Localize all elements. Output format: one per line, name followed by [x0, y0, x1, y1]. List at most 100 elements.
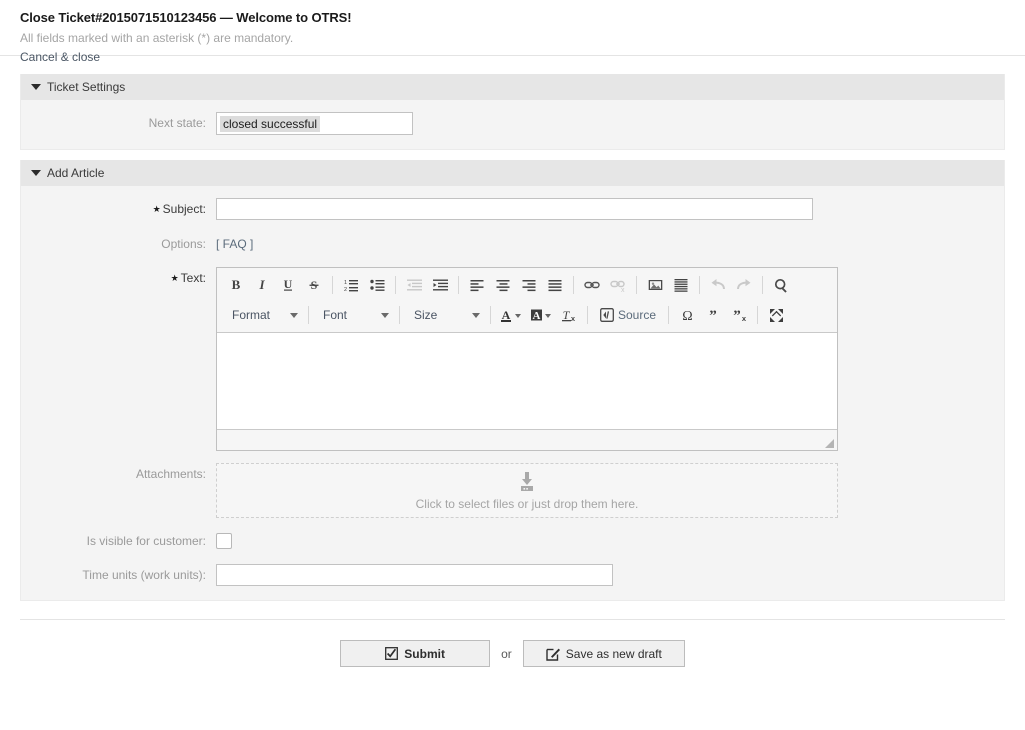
- collapse-triangle-icon[interactable]: [31, 83, 41, 90]
- subject-row: ★ Subject:: [21, 198, 1004, 221]
- strikethrough-icon[interactable]: S: [301, 273, 327, 297]
- svg-text:”: ”: [733, 308, 741, 323]
- page-title: Close Ticket#2015071510123456 — Welcome …: [20, 10, 352, 25]
- save-as-new-draft-label: Save as new draft: [565, 646, 662, 661]
- unlink-icon: x: [605, 273, 631, 297]
- toolbar-separator: [573, 276, 574, 294]
- faq-link[interactable]: [ FAQ ]: [216, 237, 253, 251]
- svg-text:x: x: [621, 287, 625, 292]
- next-state-selected-value: closed successful: [220, 115, 321, 132]
- toolbar-separator: [308, 306, 309, 324]
- add-article-header[interactable]: Add Article: [21, 160, 1004, 186]
- toolbar-separator: [757, 306, 759, 324]
- justify-icon[interactable]: [542, 273, 568, 297]
- numbered-list-icon[interactable]: 12: [338, 273, 364, 297]
- visible-for-customer-row: Is visible for customer:: [21, 530, 1004, 552]
- chevron-down-icon: [381, 312, 389, 318]
- redo-icon: [731, 273, 757, 297]
- link-icon[interactable]: [579, 273, 605, 297]
- options-row: Options: [ FAQ ]: [21, 233, 1004, 255]
- svg-text:T: T: [563, 308, 571, 322]
- ticket-settings-title: Ticket Settings: [47, 80, 126, 94]
- next-state-label: Next state:: [148, 116, 206, 130]
- cancel-and-close-link[interactable]: Cancel & close: [20, 50, 100, 64]
- format-dropdown[interactable]: Format: [223, 303, 303, 327]
- visible-for-customer-field: [216, 530, 1004, 549]
- svg-text:B: B: [232, 278, 241, 292]
- next-state-select[interactable]: closed successful: [216, 112, 413, 135]
- editor-resize-handle[interactable]: [825, 439, 834, 448]
- visible-for-customer-checkbox[interactable]: [216, 533, 232, 549]
- toolbar-separator: [636, 276, 637, 294]
- rich-text-editor: B I U S 12: [216, 267, 838, 451]
- horizontal-rule-icon[interactable]: [668, 273, 694, 297]
- attachments-row: Attachments: Click to select files or ju…: [21, 463, 1004, 518]
- toolbar-separator: [587, 306, 588, 324]
- font-dropdown-label: Font: [323, 308, 348, 322]
- svg-text:1: 1: [344, 280, 347, 286]
- text-color-icon[interactable]: A: [496, 303, 526, 327]
- add-article-title: Add Article: [47, 166, 105, 180]
- dropzone-text: Click to select files or just drop them …: [415, 496, 639, 511]
- undo-icon: [705, 273, 731, 297]
- subject-field: [216, 198, 1004, 220]
- edit-pencil-icon: [546, 648, 560, 661]
- ticket-settings-header[interactable]: Ticket Settings: [21, 74, 1004, 100]
- align-right-icon[interactable]: [516, 273, 542, 297]
- bulleted-list-icon[interactable]: [364, 273, 390, 297]
- find-icon[interactable]: [768, 273, 794, 297]
- svg-text:U: U: [284, 278, 293, 291]
- underline-icon[interactable]: U: [275, 273, 301, 297]
- format-dropdown-label: Format: [232, 308, 271, 322]
- mandatory-star-icon: ★: [170, 273, 179, 283]
- attachments-label: Attachments:: [135, 467, 206, 481]
- text-label: ★ Text:: [170, 271, 206, 285]
- indent-icon[interactable]: [427, 273, 453, 297]
- upload-icon: [521, 471, 533, 491]
- remove-format-icon[interactable]: Tx: [556, 303, 582, 327]
- time-units-label: Time units (work units):: [82, 568, 206, 582]
- editor-content-area[interactable]: [217, 332, 837, 430]
- image-icon[interactable]: [642, 273, 668, 297]
- blockquote-icon[interactable]: ”: [700, 303, 726, 327]
- editor-footer: [217, 430, 837, 450]
- chevron-down-icon: [290, 312, 298, 318]
- svg-text:x: x: [741, 314, 746, 323]
- svg-text:A: A: [533, 310, 541, 322]
- font-dropdown[interactable]: Font: [314, 303, 394, 327]
- remove-quote-icon[interactable]: ” x: [726, 303, 752, 327]
- toolbar-separator: [762, 276, 763, 294]
- subject-input[interactable]: [216, 198, 813, 220]
- add-article-widget: Add Article ★Subject: Options: [ FAQ ]: [20, 160, 1005, 601]
- page-header: Close Ticket#2015071510123456 — Welcome …: [0, 0, 1025, 64]
- attachments-field: Click to select files or just drop them …: [216, 463, 1004, 518]
- add-article-body: ★ Subject: Options: [ FAQ ] ★ Text: B I …: [21, 186, 1004, 600]
- next-state-row: Next state: closed successful: [21, 112, 1004, 135]
- source-button[interactable]: Source: [593, 303, 663, 327]
- toolbar-separator: [399, 306, 400, 324]
- align-left-icon[interactable]: [464, 273, 490, 297]
- text-row: ★Text: B I U S 12: [21, 267, 1004, 451]
- toolbar-separator: [490, 306, 491, 324]
- svg-text:A: A: [502, 308, 511, 322]
- collapse-triangle-icon[interactable]: [31, 169, 41, 176]
- size-dropdown[interactable]: Size: [405, 303, 485, 327]
- time-units-input[interactable]: [216, 564, 613, 586]
- toolbar-separator: [699, 276, 700, 294]
- submit-button-label: Submit: [404, 646, 445, 661]
- special-character-icon[interactable]: Ω: [674, 303, 700, 327]
- svg-text:x: x: [571, 314, 576, 323]
- background-color-icon[interactable]: A: [526, 303, 556, 327]
- italic-icon[interactable]: I: [249, 273, 275, 297]
- bold-icon[interactable]: B: [223, 273, 249, 297]
- options-label: Options:: [161, 237, 206, 251]
- submit-button[interactable]: Submit: [340, 640, 491, 667]
- align-center-icon[interactable]: [490, 273, 516, 297]
- visible-for-customer-label: Is visible for customer:: [86, 534, 206, 548]
- save-as-new-draft-button[interactable]: Save as new draft: [522, 640, 685, 667]
- svg-text:2: 2: [344, 287, 347, 292]
- attachment-dropzone[interactable]: Click to select files or just drop them …: [216, 463, 838, 518]
- mandatory-fields-note: All fields marked with an asterisk (*) a…: [20, 31, 294, 45]
- maximize-icon[interactable]: [763, 303, 789, 327]
- editor-toolbar-row-2: Format Font Size A A T x Source Ω ” ” x: [219, 300, 835, 330]
